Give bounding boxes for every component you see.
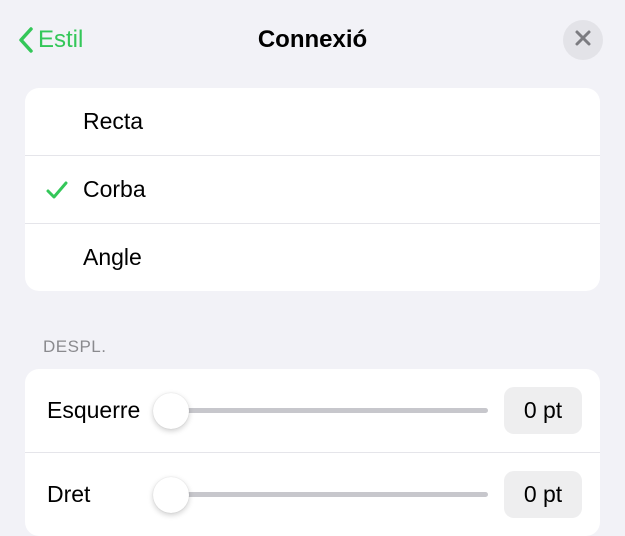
offset-left-label: Esquerre (47, 397, 155, 424)
slider-rail (171, 408, 488, 413)
slider-rail (171, 492, 488, 497)
offset-right-label: Dret (47, 481, 155, 508)
offset-right-value[interactable]: 0 pt (504, 471, 582, 518)
offset-left-value[interactable]: 0 pt (504, 387, 582, 434)
chevron-left-icon (18, 27, 34, 53)
check-slot (45, 178, 83, 202)
connection-type-list: Recta Corba Angle (25, 88, 600, 291)
header: Estil Connexió (0, 0, 625, 78)
content: Recta Corba Angle Despl. Esquerre (0, 78, 625, 536)
slider-thumb[interactable] (153, 477, 189, 513)
list-item-label: Angle (83, 244, 142, 271)
connection-type-angle[interactable]: Angle (25, 224, 600, 291)
offset-left-slider[interactable] (171, 392, 488, 430)
connection-type-corba[interactable]: Corba (25, 156, 600, 224)
offset-left-row: Esquerre 0 pt (25, 369, 600, 453)
close-icon (574, 29, 592, 52)
list-item-label: Corba (83, 176, 146, 203)
close-button[interactable] (563, 20, 603, 60)
connection-type-recta[interactable]: Recta (25, 88, 600, 156)
back-label: Estil (38, 26, 83, 54)
offset-right-row: Dret 0 pt (25, 453, 600, 536)
offset-slider-group: Esquerre 0 pt Dret 0 pt (25, 369, 600, 536)
slider-thumb[interactable] (153, 393, 189, 429)
page-title: Connexió (0, 26, 625, 54)
checkmark-icon (45, 178, 69, 202)
list-item-label: Recta (83, 108, 143, 135)
back-button[interactable]: Estil (18, 26, 83, 54)
offset-right-slider[interactable] (171, 476, 488, 514)
offset-section-header: Despl. (25, 291, 600, 369)
